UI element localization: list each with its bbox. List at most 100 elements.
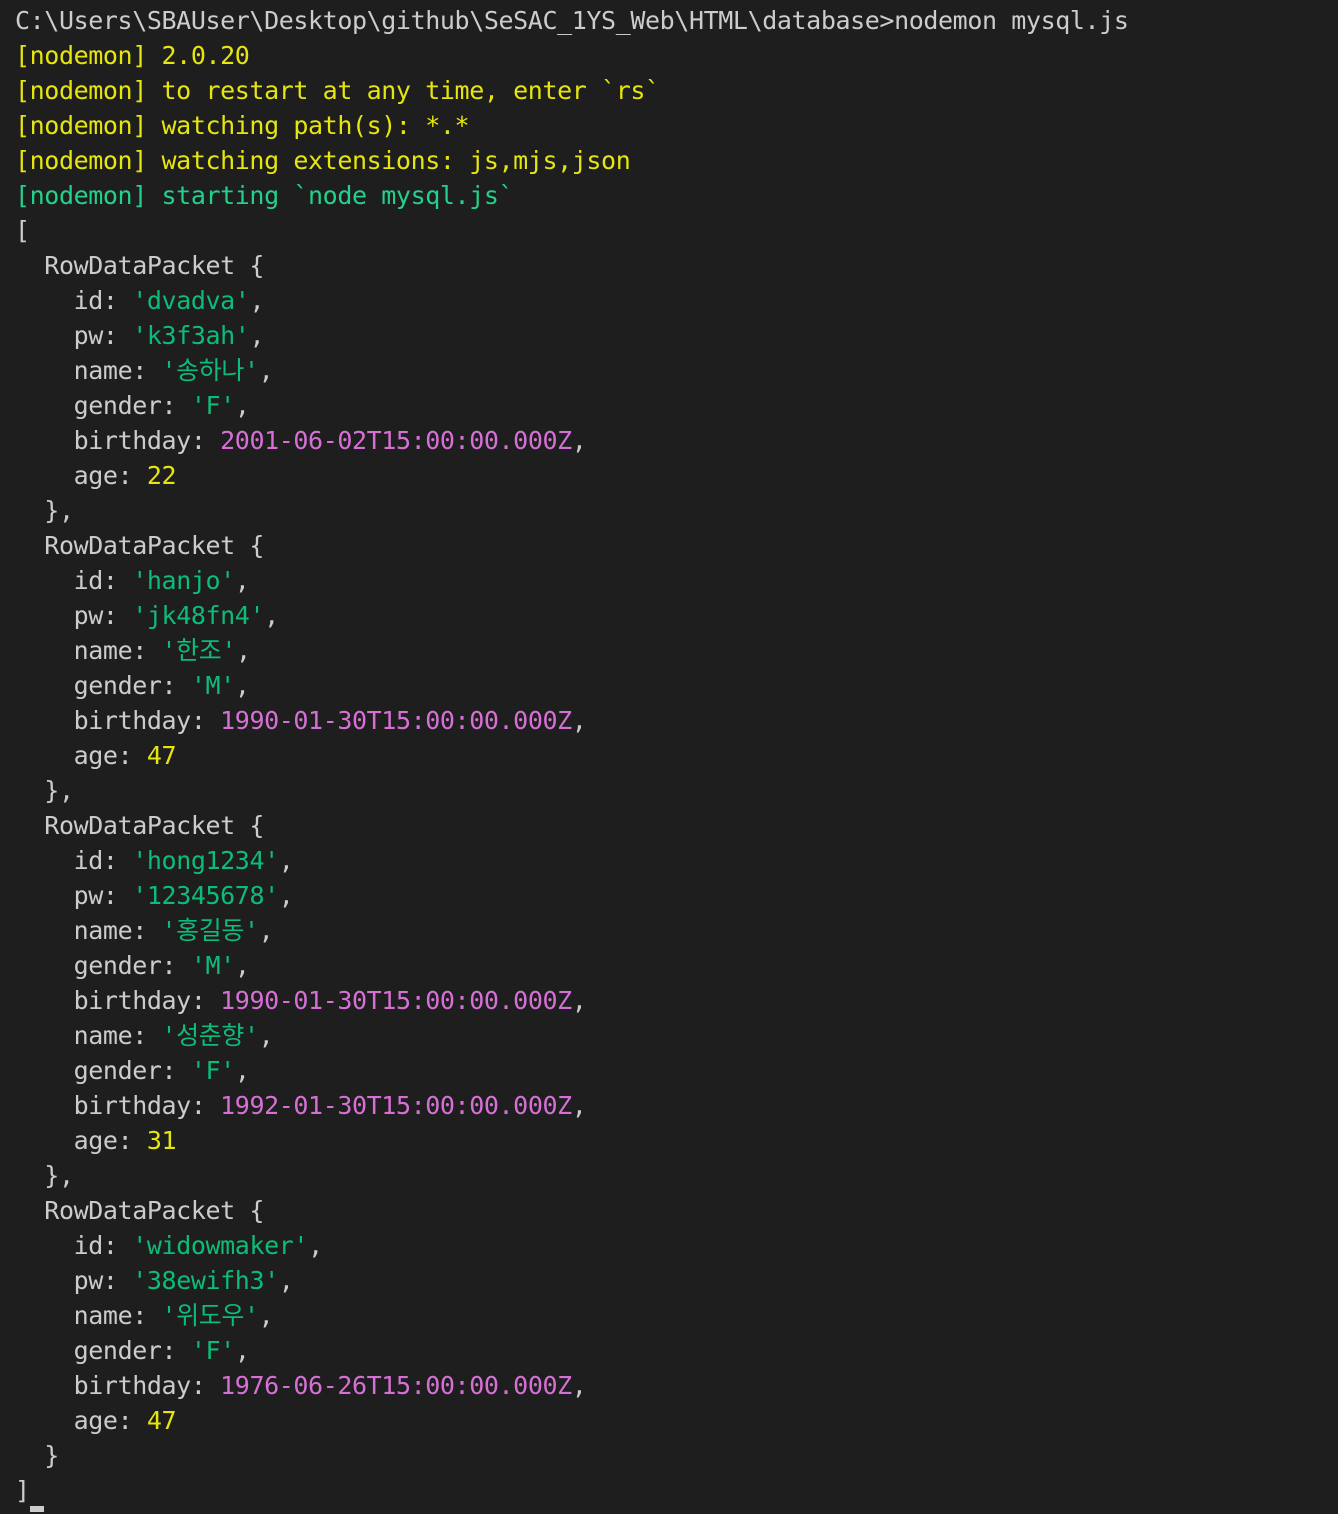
property-value: 47 (146, 741, 177, 770)
property-key: age (73, 1126, 118, 1155)
property-value: '성춘향' (161, 1021, 260, 1050)
comma-suffix: , (258, 356, 274, 385)
property-key: name (73, 636, 133, 665)
colon-separator: : (102, 1266, 133, 1295)
property-value: '38ewifh3' (132, 1266, 279, 1295)
terminal-line: name: '위도우', (15, 1298, 1129, 1333)
property-value: 'hanjo' (132, 566, 235, 595)
terminal-line: pw: 'jk48fn4', (15, 598, 1129, 633)
terminal-line: RowDataPacket { (15, 1193, 1129, 1228)
colon-separator: : (190, 706, 221, 735)
comma-suffix: , (258, 916, 274, 945)
terminal-line: birthday: 2001-06-02T15:00:00.000Z, (15, 423, 1129, 458)
comma-suffix: , (278, 881, 294, 910)
property-key: gender (73, 1056, 162, 1085)
comma-suffix: , (234, 1336, 250, 1365)
property-key: gender (73, 951, 162, 980)
terminal-line: pw: '12345678', (15, 878, 1129, 913)
terminal-line-text: } (15, 1441, 59, 1470)
terminal-line-text: RowDataPacket { (15, 1196, 265, 1225)
comma-suffix: , (234, 391, 250, 420)
terminal-line-text: }, (15, 776, 74, 805)
property-value: 'F' (190, 391, 235, 420)
terminal-cursor (29, 1478, 44, 1512)
comma-suffix: , (234, 671, 250, 700)
terminal-line: gender: 'F', (15, 1333, 1129, 1368)
terminal-line: gender: 'F', (15, 388, 1129, 423)
property-value: 'F' (190, 1056, 235, 1085)
comma-suffix: , (249, 321, 265, 350)
property-key: id (73, 566, 104, 595)
terminal-line: birthday: 1976-06-26T15:00:00.000Z, (15, 1368, 1129, 1403)
terminal-line-text: }, (15, 1161, 74, 1190)
colon-separator: : (102, 286, 133, 315)
terminal-line-text: [nodemon] to restart at any time, enter … (15, 76, 660, 105)
property-key: name (73, 356, 133, 385)
terminal-line: RowDataPacket { (15, 808, 1129, 843)
colon-separator: : (102, 881, 133, 910)
terminal-line: }, (15, 493, 1129, 528)
terminal-line: birthday: 1992-01-30T15:00:00.000Z, (15, 1088, 1129, 1123)
terminal-line: name: '홍길동', (15, 913, 1129, 948)
terminal-line: [nodemon] watching path(s): *.* (15, 108, 1129, 143)
terminal-line-text: [nodemon] 2.0.20 (15, 41, 250, 70)
terminal-line: birthday: 1990-01-30T15:00:00.000Z, (15, 703, 1129, 738)
property-key: pw (73, 881, 104, 910)
comma-suffix: , (571, 1371, 587, 1400)
property-key: age (73, 1406, 118, 1435)
property-key: birthday (73, 706, 192, 735)
property-key: name (73, 1021, 133, 1050)
colon-separator: : (117, 461, 147, 490)
property-key: pw (73, 601, 104, 630)
terminal-line: gender: 'F', (15, 1053, 1129, 1088)
terminal-output[interactable]: C:\Users\SBAUser\Desktop\github\SeSAC_1Y… (15, 3, 1129, 1512)
terminal-line: gender: 'M', (15, 668, 1129, 703)
property-value: '송하나' (161, 356, 260, 385)
colon-separator: : (190, 1091, 221, 1120)
terminal-line-text: [nodemon] starting `node mysql.js` (15, 181, 514, 210)
terminal-line: name: '성춘향', (15, 1018, 1129, 1053)
colon-separator: : (132, 1301, 162, 1330)
property-key: age (73, 741, 118, 770)
terminal-line: pw: '38ewifh3', (15, 1263, 1129, 1298)
comma-suffix: , (258, 1021, 274, 1050)
comma-suffix: , (234, 951, 250, 980)
comma-suffix: , (236, 636, 251, 665)
terminal-line: [nodemon] watching extensions: js,mjs,js… (15, 143, 1129, 178)
property-key: birthday (73, 426, 192, 455)
terminal-line: birthday: 1990-01-30T15:00:00.000Z, (15, 983, 1129, 1018)
colon-separator: : (102, 601, 133, 630)
property-value: '한조' (161, 636, 237, 665)
terminal-line: [nodemon] 2.0.20 (15, 38, 1129, 73)
terminal-line: RowDataPacket { (15, 248, 1129, 283)
property-value: 1990-01-30T15:00:00.000Z (220, 986, 572, 1015)
terminal-line: age: 31 (15, 1123, 1129, 1158)
terminal-line-text: [nodemon] watching path(s): *.* (15, 111, 470, 140)
property-value: '위도우' (161, 1301, 260, 1330)
terminal-line: ] (15, 1473, 1129, 1512)
property-key: pw (73, 1266, 104, 1295)
property-value: '12345678' (132, 881, 279, 910)
comma-suffix: , (278, 846, 294, 875)
colon-separator: : (190, 1371, 221, 1400)
terminal-line: pw: 'k3f3ah', (15, 318, 1129, 353)
property-key: age (73, 461, 118, 490)
terminal-line: age: 47 (15, 1403, 1129, 1438)
terminal-line: } (15, 1438, 1129, 1473)
terminal-line: }, (15, 1158, 1129, 1193)
terminal-line: age: 22 (15, 458, 1129, 493)
